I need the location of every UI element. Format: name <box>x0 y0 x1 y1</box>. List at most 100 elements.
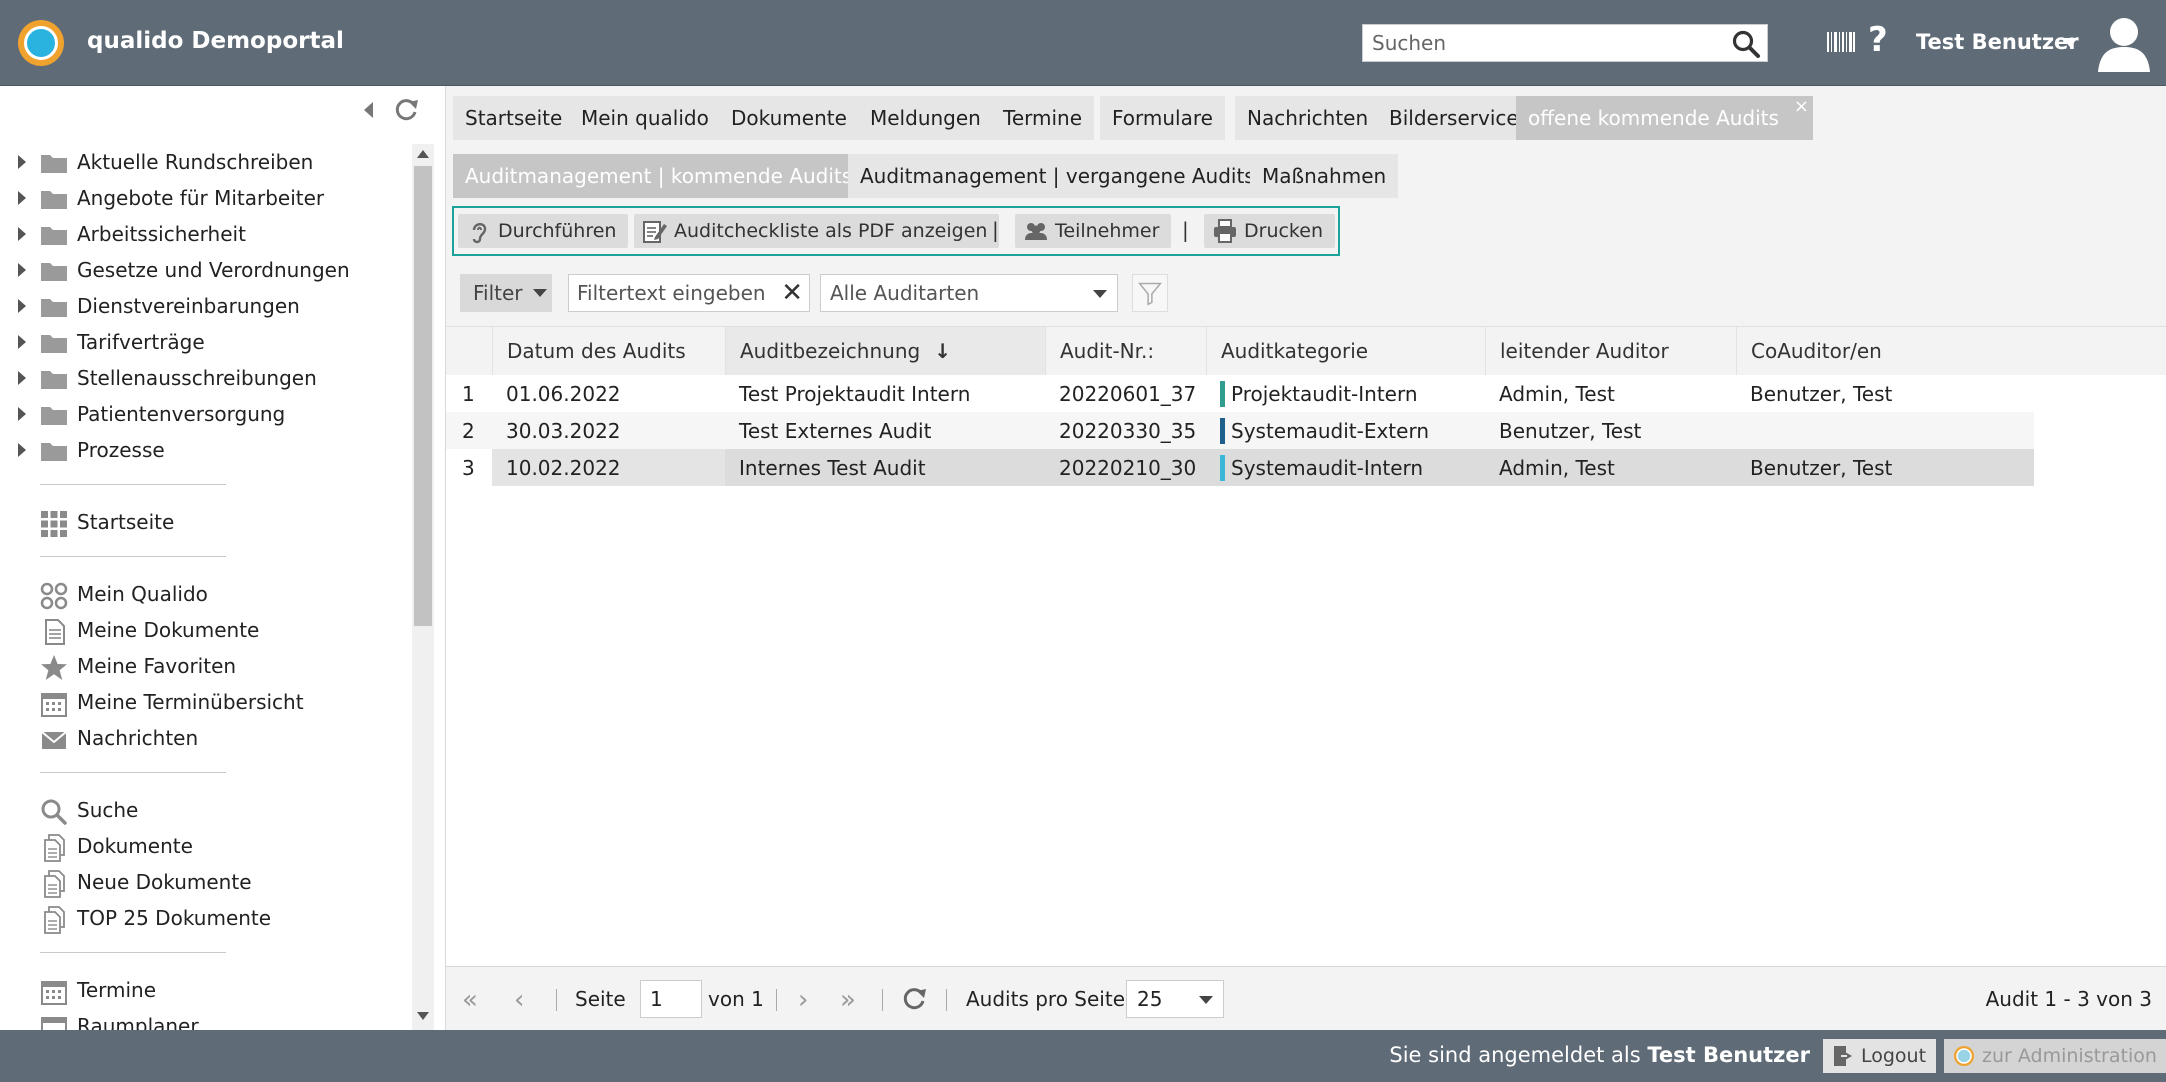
participants-button[interactable]: Teilnehmer <box>1015 214 1172 248</box>
table-row[interactable]: 2 30.03.2022 Test Externes Audit 2022033… <box>446 412 2034 449</box>
expand-arrow-icon[interactable] <box>18 371 26 385</box>
column-header-category[interactable]: Auditkategorie <box>1206 327 1485 375</box>
tab-kommende-audits[interactable]: Auditmanagement | kommende Audits <box>453 154 865 198</box>
logout-button[interactable]: Logout <box>1823 1039 1937 1073</box>
participants-label: Teilnehmer <box>1055 220 1160 242</box>
cell-co-auditor <box>1736 412 1750 449</box>
execute-button[interactable]: Durchführen <box>458 214 629 248</box>
scroll-down-icon[interactable] <box>417 1012 429 1020</box>
avatar-icon[interactable] <box>2094 14 2154 72</box>
sidebar: Aktuelle Rundschreiben Angebote für Mita… <box>0 86 446 1030</box>
divider <box>40 484 226 485</box>
table-row[interactable]: 1 01.06.2022 Test Projektaudit Intern 20… <box>446 375 2034 412</box>
category-color-bar <box>1220 454 1225 481</box>
folder-icon <box>41 407 67 425</box>
tab-offene-kommende-audits[interactable]: offene kommende Audits × <box>1516 96 1813 140</box>
expand-arrow-icon[interactable] <box>18 263 26 277</box>
expand-arrow-icon[interactable] <box>18 299 26 313</box>
scroll-up-icon[interactable] <box>417 150 429 158</box>
nav-label: Dokumente <box>77 834 193 858</box>
page-count-label: von 1 <box>708 987 764 1011</box>
column-header-lead-auditor[interactable]: leitender Auditor <box>1485 327 1736 375</box>
print-label: Drucken <box>1244 220 1323 242</box>
help-icon[interactable]: ? <box>1868 20 1888 60</box>
folder-icon <box>41 371 67 389</box>
divider <box>40 556 226 557</box>
filter-text-field[interactable]: ✕ <box>568 274 810 312</box>
mail-icon <box>41 731 67 749</box>
column-header-name[interactable]: Auditbezeichnung ↓ <box>725 327 1045 375</box>
filter-row: Filter ✕ Alle Auditarten <box>446 274 2166 314</box>
edit-document-icon <box>643 221 667 243</box>
pagination-bar: « ‹ Seite 1 von 1 › » Audits pro Seite: … <box>446 966 2166 1030</box>
tab-bilderservice[interactable]: Bilderservice <box>1377 96 1531 140</box>
last-page-icon[interactable]: » <box>840 985 856 1015</box>
grid-icon <box>41 511 67 537</box>
tab-meldungen[interactable]: Meldungen <box>858 96 993 140</box>
per-page-select[interactable]: 25 <box>1126 980 1224 1018</box>
column-header-date[interactable]: Datum des Audits <box>492 327 725 375</box>
scrollbar-thumb[interactable] <box>414 166 432 626</box>
filter-dropdown[interactable]: Filter <box>460 274 552 312</box>
divider <box>946 989 947 1011</box>
calendar-icon <box>41 981 67 1005</box>
sidebar-scrollbar[interactable] <box>412 144 434 1030</box>
tree-label: Arbeitssicherheit <box>77 222 246 246</box>
collapse-sidebar-icon[interactable] <box>364 102 373 118</box>
folder-icon <box>41 227 67 245</box>
app-logo[interactable] <box>18 20 64 66</box>
administration-button[interactable]: zur Administration <box>1944 1039 2166 1073</box>
page-number-input[interactable]: 1 <box>640 980 702 1018</box>
nav-label: Meine Favoriten <box>77 654 237 678</box>
refresh-icon[interactable] <box>392 96 420 124</box>
row-number-header <box>446 327 492 375</box>
column-header-label: Auditbezeichnung <box>740 339 921 363</box>
expand-arrow-icon[interactable] <box>18 191 26 205</box>
pdf-checklist-button[interactable]: Auditcheckliste als PDF anzeigen <box>634 214 1000 248</box>
documents-icon <box>44 906 65 934</box>
folder-icon <box>41 263 67 281</box>
column-header-co-auditor[interactable]: CoAuditor/en <box>1736 327 2034 375</box>
print-button[interactable]: Drucken <box>1204 214 1335 248</box>
tab-formulare[interactable]: Formulare <box>1100 96 1225 140</box>
search-icon[interactable] <box>1731 29 1761 59</box>
next-page-icon[interactable]: › <box>798 985 808 1015</box>
per-page-value: 25 <box>1137 987 1163 1011</box>
search-input[interactable] <box>1363 25 1713 61</box>
tab-vergangene-audits[interactable]: Auditmanagement | vergangene Audits <box>848 154 1267 198</box>
column-header-number[interactable]: Audit-Nr.: <box>1045 327 1206 375</box>
table-row-selected[interactable]: 3 10.02.2022 Internes Test Audit 2022021… <box>446 449 2034 486</box>
expand-arrow-icon[interactable] <box>18 407 26 421</box>
tab-startseite[interactable]: Startseite <box>453 96 575 140</box>
clear-filter-icon[interactable]: ✕ <box>781 278 803 308</box>
expand-arrow-icon[interactable] <box>18 443 26 457</box>
tab-mein-qualido[interactable]: Mein qualido <box>569 96 721 140</box>
row-number: 3 <box>446 449 492 486</box>
first-page-icon[interactable]: « <box>462 985 478 1015</box>
folder-icon <box>41 299 67 317</box>
tab-nachrichten[interactable]: Nachrichten <box>1235 96 1381 140</box>
filter-text-input[interactable] <box>569 275 769 311</box>
tab-termine[interactable]: Termine <box>991 96 1095 140</box>
calendar-icon <box>41 1017 67 1030</box>
table-header: Datum des Audits Auditbezeichnung ↓ Audi… <box>446 327 2166 375</box>
refresh-icon[interactable] <box>900 985 928 1013</box>
divider <box>40 952 226 953</box>
barcode-icon[interactable] <box>1826 29 1856 55</box>
funnel-icon[interactable] <box>1132 274 1168 312</box>
search-field[interactable] <box>1362 24 1768 62</box>
footer-bar: Sie sind angemeldet als Test Benutzer Lo… <box>0 1030 2166 1082</box>
chevron-down-icon <box>532 289 547 297</box>
expand-arrow-icon[interactable] <box>18 335 26 349</box>
expand-arrow-icon[interactable] <box>18 155 26 169</box>
tab-massnahmen[interactable]: Maßnahmen <box>1250 154 1399 198</box>
tab-dokumente[interactable]: Dokumente <box>719 96 859 140</box>
chevron-down-icon[interactable] <box>2062 38 2078 47</box>
close-icon[interactable]: × <box>1794 96 1809 117</box>
sidebar-tree: Aktuelle Rundschreiben Angebote für Mita… <box>0 144 412 1030</box>
ear-icon <box>472 223 487 244</box>
expand-arrow-icon[interactable] <box>18 227 26 241</box>
user-menu-name[interactable]: Test Benutzer <box>1916 30 2079 54</box>
audit-type-select[interactable]: Alle Auditarten <box>820 274 1118 312</box>
previous-page-icon[interactable]: ‹ <box>514 985 524 1015</box>
